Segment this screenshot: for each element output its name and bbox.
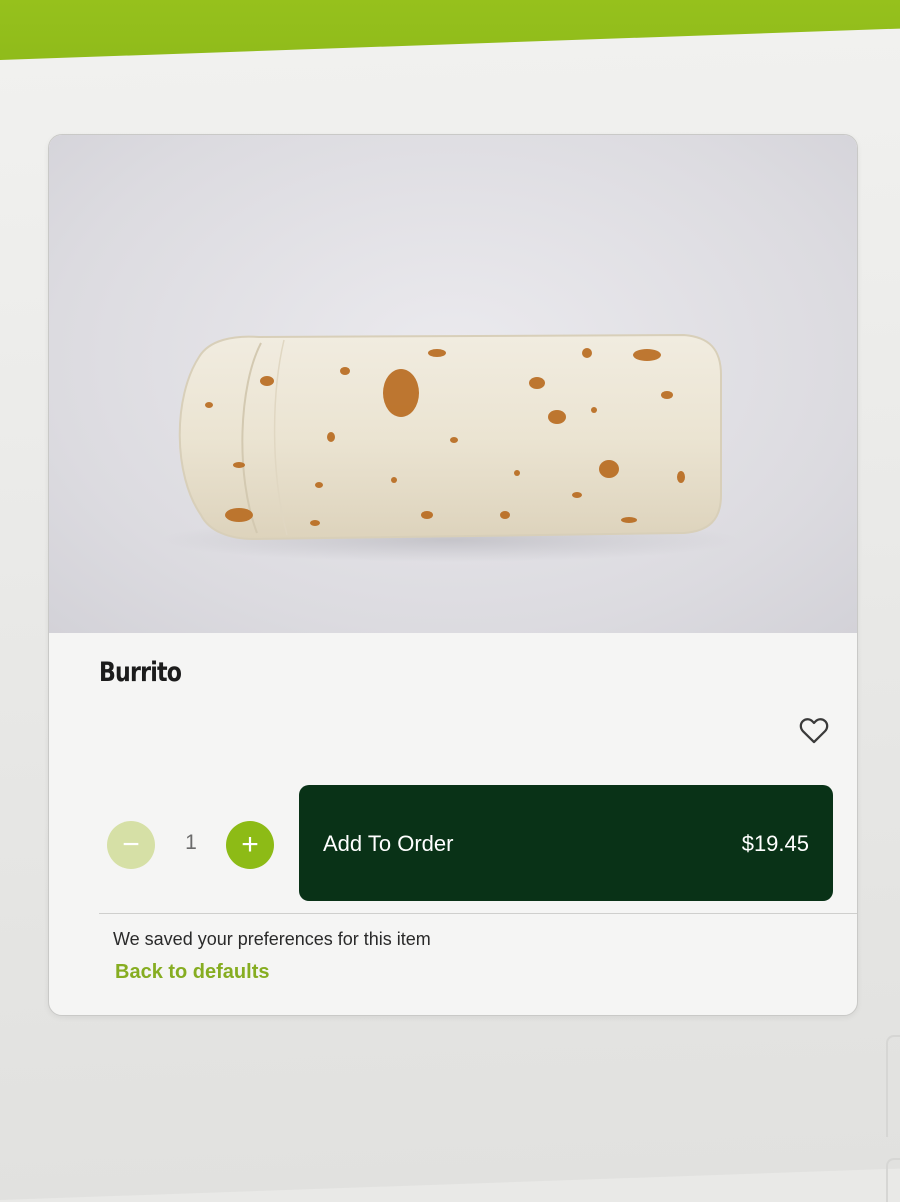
product-photo — [49, 135, 857, 633]
saved-preferences-message: We saved your preferences for this item — [113, 929, 431, 949]
product-card: Burrito − 1 + Add To Order $19.45 We sav… — [48, 134, 858, 1016]
burrito-image — [159, 333, 739, 562]
section-divider — [99, 913, 857, 914]
quantity-value: 1 — [185, 831, 197, 854]
adjacent-card-edge — [886, 1035, 900, 1137]
adjacent-card-edge — [886, 1158, 900, 1202]
quantity-increase-button[interactable]: + — [226, 821, 274, 869]
product-title: Burrito — [99, 657, 182, 688]
order-price: $19.45 — [741, 831, 809, 856]
back-to-defaults-link[interactable]: Back to defaults — [115, 961, 269, 984]
favorite-heart-icon[interactable] — [797, 713, 831, 747]
add-to-order-label: Add To Order — [323, 831, 454, 856]
quantity-decrease-button[interactable]: − — [107, 821, 155, 869]
add-to-order-button[interactable]: Add To Order $19.45 — [299, 785, 833, 901]
